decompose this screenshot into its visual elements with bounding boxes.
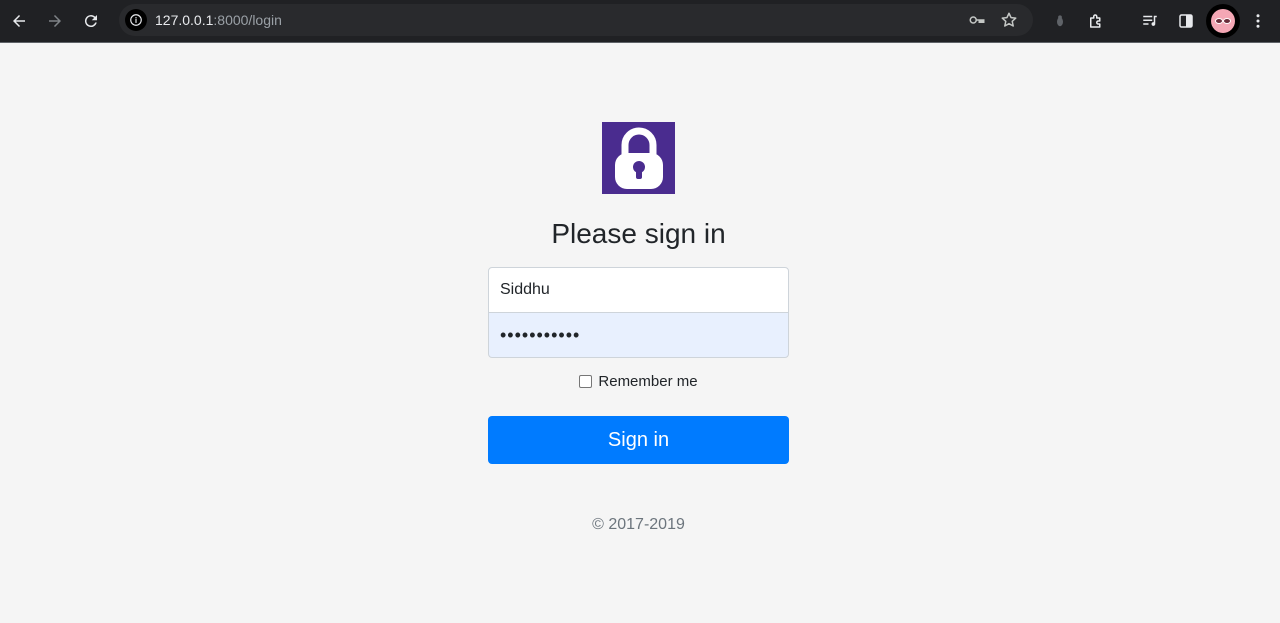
browser-toolbar: 127.0.0.1:8000/login: [0, 0, 1280, 43]
url-path: :8000/login: [213, 12, 282, 28]
remember-me: Remember me: [488, 373, 789, 390]
reload-icon[interactable]: [77, 7, 105, 35]
url-host: 127.0.0.1: [155, 12, 214, 28]
side-panel-icon[interactable]: [1174, 9, 1198, 33]
key-icon[interactable]: [967, 10, 987, 30]
puzzle-icon[interactable]: [1084, 9, 1108, 33]
username-field[interactable]: Siddhu: [488, 267, 789, 313]
address-bar[interactable]: 127.0.0.1:8000/login: [119, 4, 1033, 36]
remember-label[interactable]: Remember me: [598, 373, 697, 390]
back-arrow-icon[interactable]: [5, 7, 33, 35]
profile-avatar[interactable]: [1206, 4, 1240, 38]
info-icon[interactable]: [125, 9, 147, 31]
star-icon[interactable]: [999, 10, 1019, 30]
avatar-image: [1211, 9, 1235, 33]
remember-checkbox[interactable]: [579, 375, 593, 388]
forward-arrow-icon[interactable]: [41, 7, 69, 35]
lock-icon: [602, 122, 675, 194]
sign-in-button[interactable]: Sign in: [488, 416, 789, 464]
kebab-menu-icon[interactable]: [1246, 9, 1270, 33]
copyright-text: © 2017-2019: [592, 516, 685, 533]
url-text[interactable]: 127.0.0.1:8000/login: [155, 12, 282, 28]
bug-icon[interactable]: [1048, 9, 1072, 33]
page-title: Please sign in: [551, 218, 726, 249]
media-queue-icon[interactable]: [1138, 9, 1162, 33]
password-field[interactable]: •••••••••••: [488, 312, 789, 358]
